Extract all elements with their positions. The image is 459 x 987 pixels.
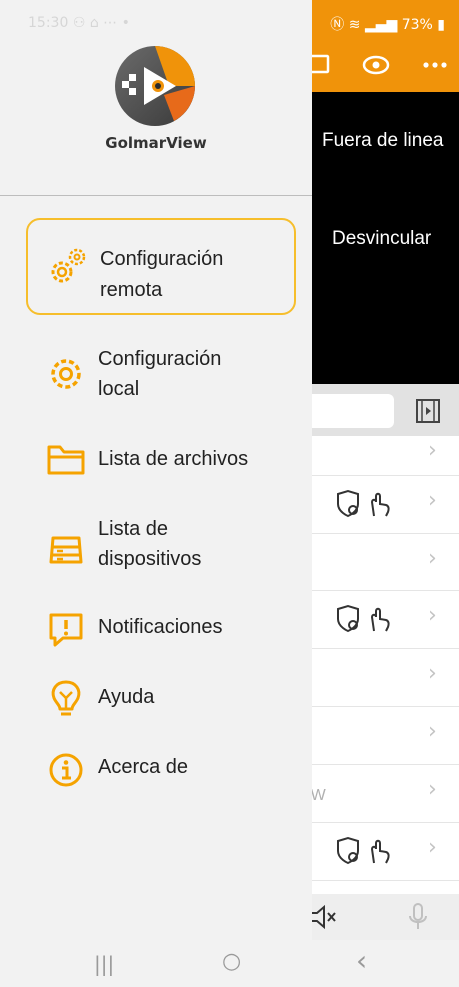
folder-icon: [47, 445, 85, 475]
menu-item-file-list[interactable]: Lista de archivos: [26, 436, 296, 482]
device-actions: [334, 835, 394, 874]
status-bar-left: 15:30 ⚇ ⌂ ⋯ •: [28, 15, 130, 31]
chevron-right-icon: ›: [428, 777, 437, 802]
menu-item-help[interactable]: Ayuda: [26, 676, 296, 722]
shield-gear-icon: [337, 489, 390, 518]
system-nav-bar: ||| ○ ‹: [0, 940, 459, 987]
chevron-right-icon: ›: [428, 546, 437, 571]
gears-icon: [51, 248, 86, 283]
chevron-right-icon: ›: [428, 488, 437, 513]
menu-item-notifications[interactable]: Notificaciones: [26, 606, 296, 652]
gear-icon: [51, 359, 81, 389]
menu-label: Ayuda: [98, 686, 155, 708]
notification-icon: [49, 613, 83, 647]
navigation-drawer: 15:30 ⚇ ⌂ ⋯ • GolmarView Configuración r…: [0, 0, 312, 940]
shield-gear-icon: [337, 604, 390, 633]
eye-icon[interactable]: [361, 52, 391, 78]
back-button[interactable]: ‹: [356, 944, 367, 977]
menu-item-about[interactable]: Acerca de: [26, 746, 296, 792]
chevron-right-icon: ›: [428, 438, 437, 463]
menu-item-local-config[interactable]: Configuración local: [26, 340, 296, 410]
offline-label: Fuera de linea: [322, 130, 444, 151]
menu-label: Acerca de: [98, 756, 189, 778]
chevron-right-icon: ›: [428, 719, 437, 744]
status-time: 15:30: [28, 15, 69, 31]
notification-status-icons: ⚇ ⌂ ⋯ •: [72, 15, 130, 31]
menu-item-device-list[interactable]: Lista de dispositivos: [26, 510, 296, 582]
more-options-icon[interactable]: [421, 52, 449, 78]
drawer-header: 15:30 ⚇ ⌂ ⋯ • GolmarView: [0, 0, 312, 196]
menu-item-remote-config[interactable]: Configuración remota: [26, 218, 296, 315]
menu-label: remota: [100, 279, 163, 301]
shield-gear-icon: [337, 836, 390, 865]
battery-percent: 73%: [401, 17, 433, 33]
info-icon: [49, 753, 83, 787]
menu-label: Lista de archivos: [98, 448, 249, 470]
recent-apps-button[interactable]: |||: [94, 952, 114, 976]
device-actions: [334, 488, 394, 527]
chevron-right-icon: ›: [428, 603, 437, 628]
film-icon[interactable]: [414, 397, 442, 425]
nfc-icon: Ⓝ: [330, 17, 345, 33]
menu-label: Lista de: [98, 518, 169, 540]
unlink-button[interactable]: Desvincular: [332, 228, 431, 250]
mute-icon[interactable]: [308, 904, 338, 930]
wifi-icon: ≋: [348, 17, 361, 33]
device-list-icon: [49, 536, 83, 564]
lightbulb-icon: [51, 680, 81, 716]
status-bar-right: Ⓝ ≋ ▂▄▆ 73% ▮: [330, 14, 445, 34]
menu-label: Configuración: [98, 348, 222, 370]
menu-label: local: [98, 378, 140, 400]
device-actions: [334, 603, 394, 642]
chevron-right-icon: ›: [428, 661, 437, 686]
microphone-icon[interactable]: [406, 902, 430, 932]
menu-label: dispositivos: [98, 548, 202, 570]
app-logo: [115, 46, 195, 126]
menu-label: Configuración: [100, 248, 224, 270]
signal-icon: ▂▄▆: [364, 17, 398, 33]
battery-icon: ▮: [437, 17, 445, 33]
home-button[interactable]: ○: [222, 949, 241, 974]
chevron-right-icon: ›: [428, 835, 437, 860]
app-name: GolmarView: [105, 134, 207, 152]
menu-label: Notificaciones: [98, 616, 223, 638]
